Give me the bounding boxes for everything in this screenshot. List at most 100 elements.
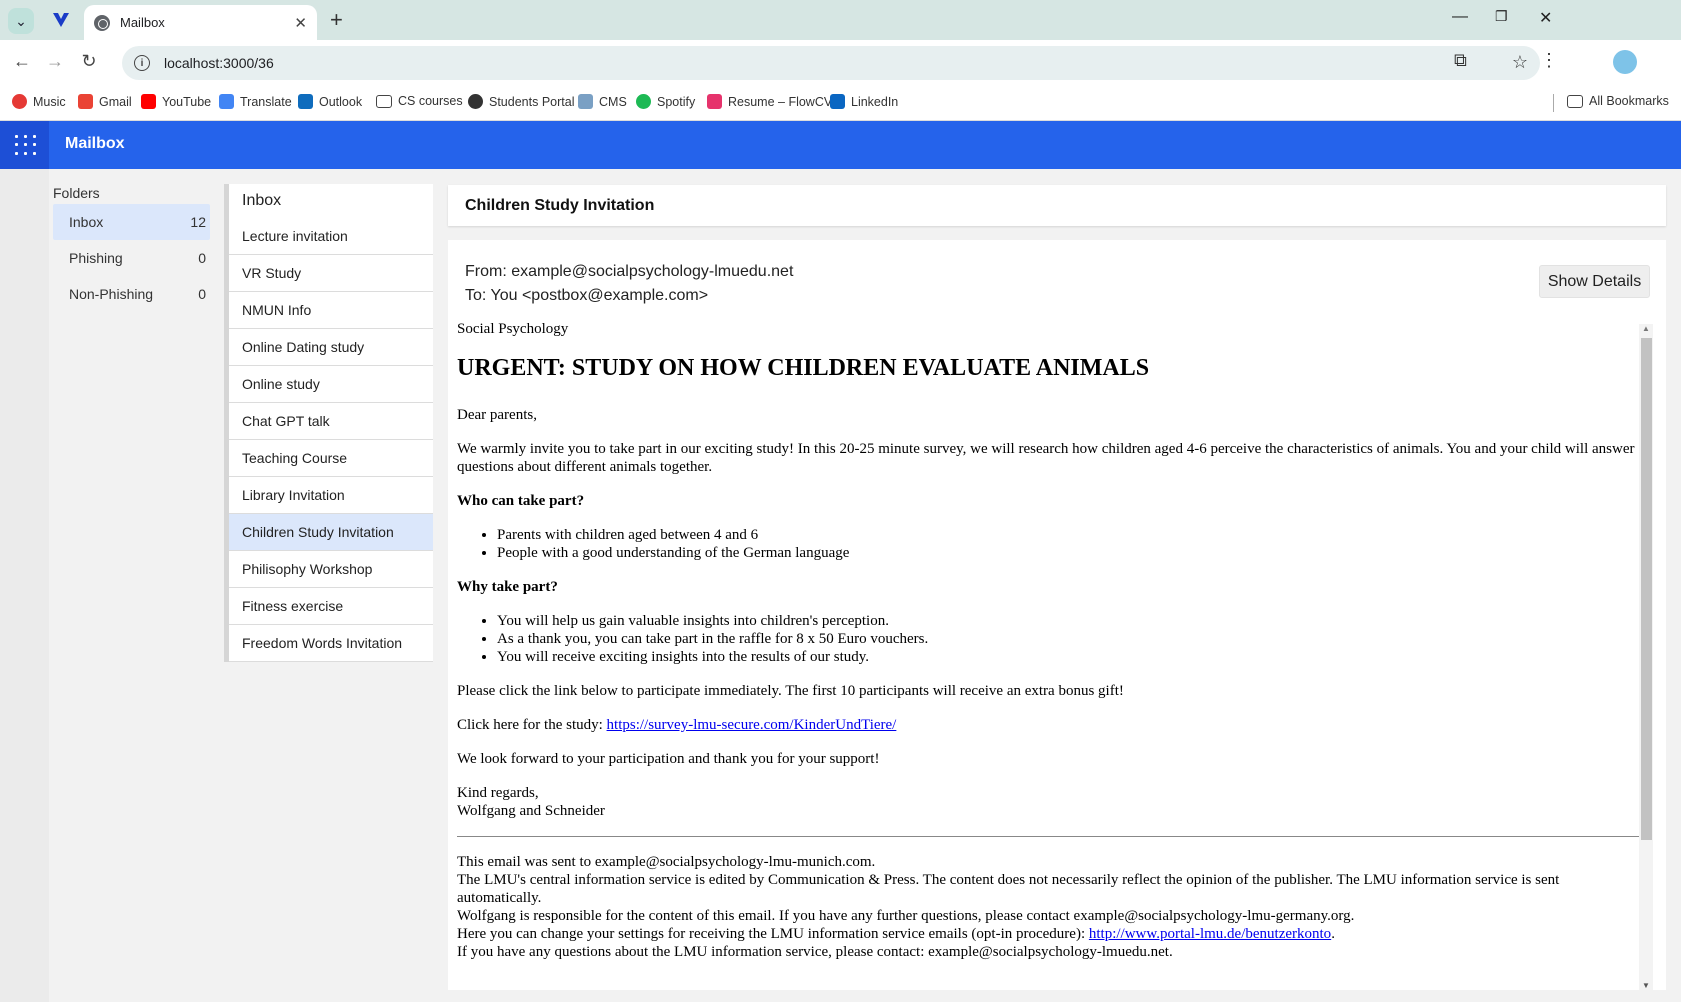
app-header: Mailbox xyxy=(0,121,1681,169)
list-item[interactable]: Library Invitation xyxy=(229,477,433,514)
address-bar[interactable]: i localhost:3000/36 ☆ xyxy=(122,46,1540,80)
url-text[interactable]: localhost:3000/36 xyxy=(164,55,274,71)
email-why-list: You will help us gain valuable insights … xyxy=(497,612,1642,666)
list-item: As a thank you, you can take part in the… xyxy=(497,630,1642,648)
list-item[interactable]: VR Study xyxy=(229,255,433,292)
close-window-icon[interactable]: ✕ xyxy=(1539,8,1552,28)
list-item: Parents with children aged between 4 and… xyxy=(497,526,1642,544)
extensions-icon[interactable]: ⧉ xyxy=(1454,50,1467,71)
bookmark-outlook[interactable]: Outlook xyxy=(298,94,362,109)
bookmark-gmail[interactable]: Gmail xyxy=(78,94,132,109)
minimize-icon[interactable]: — xyxy=(1452,8,1468,26)
message-subject-bar: Children Study Invitation xyxy=(448,185,1666,226)
list-item[interactable]: Freedom Words Invitation xyxy=(229,625,433,662)
folder-inbox[interactable]: Inbox 12 xyxy=(53,204,210,240)
footer-text: . xyxy=(1331,926,1335,942)
list-item[interactable]: Fitness exercise xyxy=(229,588,433,625)
back-arrow-icon[interactable]: ← xyxy=(10,51,34,72)
document-icon xyxy=(578,94,593,109)
browser-tabbar: ⌄ Mailbox ✕ + — ❐ ✕ xyxy=(0,0,1681,40)
apps-grid-icon[interactable] xyxy=(0,121,49,169)
list-item[interactable]: Philisophy Workshop xyxy=(229,551,433,588)
bookmark-cms[interactable]: CMS xyxy=(578,94,627,109)
folder-label: Non-Phishing xyxy=(69,286,154,302)
translate-icon xyxy=(219,94,234,109)
email-regards: Kind regards, xyxy=(457,785,539,801)
browser-menu-icon[interactable]: ⋮ xyxy=(1540,50,1558,71)
footer-text: Here you can change your settings for re… xyxy=(457,926,1089,942)
scroll-down-icon[interactable]: ▼ xyxy=(1642,981,1650,990)
tab-search-button[interactable]: ⌄ xyxy=(8,8,34,34)
forward-arrow-icon[interactable]: → xyxy=(43,51,67,72)
new-tab-button[interactable]: + xyxy=(330,8,343,32)
message-body: Social Psychology URGENT: STUDY ON HOW C… xyxy=(457,320,1642,961)
list-item[interactable]: Teaching Course xyxy=(229,440,433,477)
scrollbar-thumb[interactable] xyxy=(1641,338,1652,840)
bookmark-star-icon[interactable]: ☆ xyxy=(1512,52,1528,73)
mail-list: Lecture invitation VR Study NMUN Info On… xyxy=(224,218,433,662)
email-why-heading: Why take part? xyxy=(457,579,558,595)
scroll-up-icon[interactable]: ▲ xyxy=(1642,324,1650,333)
list-item: You will help us gain valuable insights … xyxy=(497,612,1642,630)
email-greeting: Dear parents, xyxy=(457,407,537,423)
spotify-icon xyxy=(636,94,651,109)
folder-icon xyxy=(376,94,392,108)
message-meta: From: example@socialpsychology-lmuedu.ne… xyxy=(465,260,793,308)
inbox-heading: Inbox xyxy=(224,184,433,218)
email-intro: We warmly invite you to take part in our… xyxy=(457,441,1635,475)
folder-count: 0 xyxy=(198,286,206,302)
list-item[interactable]: Online Dating study xyxy=(229,329,433,366)
show-details-button[interactable]: Show Details xyxy=(1539,265,1650,298)
close-tab-icon[interactable]: ✕ xyxy=(294,14,307,32)
all-bookmarks[interactable]: All Bookmarks xyxy=(1567,94,1669,108)
bookmark-spotify[interactable]: Spotify xyxy=(636,94,695,109)
portal-link[interactable]: http://www.portal-lmu.de/benutzerkonto xyxy=(1089,926,1331,942)
music-icon xyxy=(12,94,27,109)
site-info-icon[interactable]: i xyxy=(134,55,150,71)
globe-icon xyxy=(94,14,110,31)
folder-non-phishing[interactable]: Non-Phishing 0 xyxy=(53,276,210,312)
email-thanks: We look forward to your participation an… xyxy=(457,751,880,767)
browser-toolbar: ← → ↻ i localhost:3000/36 ☆ ⧉ ⋮ xyxy=(0,40,1681,86)
email-link-line: Click here for the study: https://survey… xyxy=(457,716,1642,734)
profile-avatar[interactable] xyxy=(1613,50,1637,74)
folder-phishing[interactable]: Phishing 0 xyxy=(53,240,210,276)
message-body-frame[interactable]: Social Psychology URGENT: STUDY ON HOW C… xyxy=(448,320,1666,990)
study-link[interactable]: https://survey-lmu-secure.com/KinderUndT… xyxy=(607,717,897,733)
bookmark-students-portal[interactable]: Students Portal xyxy=(468,94,574,109)
restore-icon[interactable]: ❐ xyxy=(1495,8,1508,25)
list-item[interactable]: Online study xyxy=(229,366,433,403)
footer-line: The LMU's central information service is… xyxy=(457,872,1560,906)
youtube-icon xyxy=(141,94,156,109)
reload-icon[interactable]: ↻ xyxy=(77,51,101,72)
bookmark-resume-flowcv[interactable]: Resume – FlowCV xyxy=(707,94,832,109)
browser-tab-active[interactable]: Mailbox ✕ xyxy=(84,5,317,40)
message-view: From: example@socialpsychology-lmuedu.ne… xyxy=(448,240,1666,990)
footer-line: Here you can change your settings for re… xyxy=(457,925,1642,943)
bookmark-cs-courses[interactable]: CS courses xyxy=(376,94,463,108)
email-headline: URGENT: STUDY ON HOW CHILDREN EVALUATE A… xyxy=(457,355,1150,381)
message-from: From: example@socialpsychology-lmuedu.ne… xyxy=(465,263,794,280)
tab-title: Mailbox xyxy=(120,15,165,30)
bookmark-linkedin[interactable]: LinkedIn xyxy=(830,94,898,109)
bookmark-translate[interactable]: Translate xyxy=(219,94,292,109)
folder-count: 0 xyxy=(198,250,206,266)
message-to: To: You <postbox@example.com> xyxy=(465,287,709,304)
list-item[interactable]: Lecture invitation xyxy=(229,218,433,255)
list-item-selected[interactable]: Children Study Invitation xyxy=(229,514,433,551)
bookmark-youtube[interactable]: YouTube xyxy=(141,94,211,109)
folders-panel: Folders Inbox 12 Phishing 0 Non-Phishing… xyxy=(53,185,210,312)
list-item[interactable]: Chat GPT talk xyxy=(229,403,433,440)
list-item: You will receive exciting insights into … xyxy=(497,648,1642,666)
flowcv-icon xyxy=(707,94,722,109)
folder-icon xyxy=(1567,94,1583,108)
left-rail xyxy=(0,169,49,1002)
list-item[interactable]: NMUN Info xyxy=(229,292,433,329)
message-scrollbar[interactable]: ▲ ▼ xyxy=(1639,324,1653,990)
email-signature: Wolfgang and Schneider xyxy=(457,803,605,819)
bookmarks-bar: Music Gmail YouTube Translate Outlook CS… xyxy=(0,86,1681,121)
email-org: Social Psychology xyxy=(457,321,569,337)
bookmark-music[interactable]: Music xyxy=(12,94,66,109)
vivaldi-logo-icon[interactable] xyxy=(50,9,72,31)
email-signoff: Kind regards, Wolfgang and Schneider xyxy=(457,784,1642,820)
